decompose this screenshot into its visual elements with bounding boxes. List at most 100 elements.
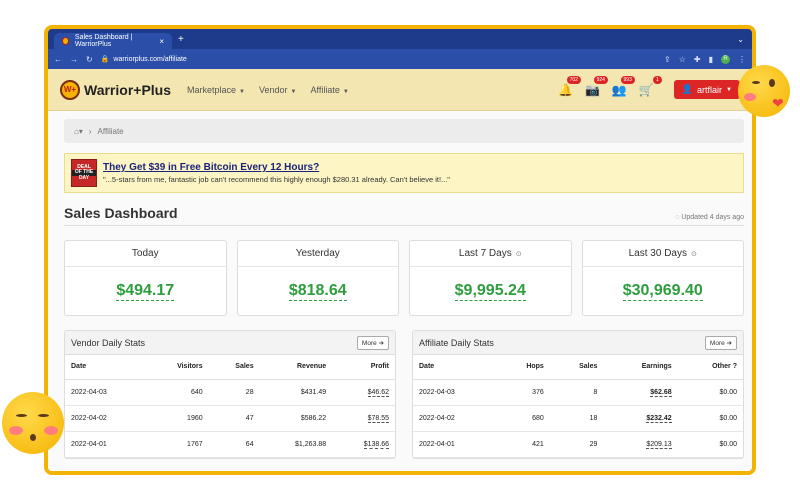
panel-title: Affiliate Daily Stats xyxy=(419,337,494,348)
earnings-value: $209.13 xyxy=(646,440,672,449)
card-value[interactable]: $818.64 xyxy=(288,282,347,301)
table-cell: 1767 xyxy=(145,431,209,458)
earnings-cell[interactable]: $209.13 xyxy=(603,431,678,458)
deal-banner[interactable]: DEAL OF THE DAY They Get $39 in Free Bit… xyxy=(64,153,744,193)
arrow-circle-right-icon: ➔ xyxy=(378,339,384,347)
table-row: 2022-04-02 1960 47 $586.22 $78.55 xyxy=(65,405,395,432)
caret-down-icon: ▼ xyxy=(290,88,297,95)
table-cell: 640 xyxy=(145,379,209,406)
browser-tab-bar: Sales Dashboard | WarriorPlus × + ⌄ xyxy=(48,29,752,49)
profit-cell[interactable]: $46.62 xyxy=(332,379,395,406)
browser-menu-icon[interactable]: ⋮ xyxy=(738,55,746,64)
cart-badge: 1 xyxy=(653,75,662,84)
updated-status: ◌ Updated 4 days ago xyxy=(675,214,744,221)
column-header: Hops xyxy=(497,355,550,380)
chevron-right-icon: › xyxy=(88,126,92,136)
table-cell: $0.00 xyxy=(677,405,743,432)
chevron-circle-down-icon[interactable]: ⊙ xyxy=(691,250,697,258)
affiliate-more-button[interactable]: More ➔ xyxy=(704,335,737,350)
menu-label: Affiliate xyxy=(310,84,340,95)
profile-avatar-icon[interactable]: R xyxy=(721,54,730,64)
profit-cell[interactable]: $138.66 xyxy=(332,431,395,458)
new-tab-button[interactable]: + xyxy=(178,34,184,45)
url-text: warriorplus.com/affiliate xyxy=(113,55,187,63)
question-circle-icon[interactable]: ? xyxy=(733,363,737,370)
profit-cell[interactable]: $78.55 xyxy=(332,405,395,432)
table-cell: 2022-04-01 xyxy=(65,431,146,458)
table-cell: 29 xyxy=(549,431,604,458)
profit-value: $138.66 xyxy=(363,440,389,449)
tab-close-icon[interactable]: × xyxy=(159,37,164,46)
card-value[interactable]: $30,969.40 xyxy=(622,282,703,301)
table-cell: $0.00 xyxy=(677,379,743,406)
site-logo[interactable]: W+ Warrior+Plus xyxy=(60,79,172,100)
menu-marketplace[interactable]: Marketplace ▼ xyxy=(187,85,245,95)
vendor-more-button[interactable]: More ➔ xyxy=(356,335,389,350)
dashboard-title-row: Sales Dashboard ◌ Updated 4 days ago xyxy=(64,205,744,226)
earnings-cell[interactable]: $232.42 xyxy=(603,405,678,432)
table-row: 2022-04-01 421 29 $209.13 $0.00 xyxy=(413,431,743,458)
emoji-eye xyxy=(769,79,775,87)
panel-title: Vendor Daily Stats xyxy=(71,337,146,348)
forward-arrow-icon[interactable]: → xyxy=(70,55,78,64)
emoji-kiss-mouth xyxy=(30,434,36,441)
menu-vendor[interactable]: Vendor ▼ xyxy=(259,85,296,95)
logo-text: Warrior+Plus xyxy=(84,81,172,98)
emoji-cheek xyxy=(744,93,756,101)
chevron-circle-down-icon[interactable]: ⊙ xyxy=(516,250,522,258)
star-icon[interactable]: ☆ xyxy=(679,55,686,64)
card-value[interactable]: $9,995.24 xyxy=(454,282,526,301)
extensions-puzzle-icon[interactable]: ✚ xyxy=(694,55,701,64)
address-bar: ← → ↻ 🔒 warriorplus.com/affiliate ⇪ ☆ ✚ … xyxy=(48,49,752,69)
browser-tab[interactable]: Sales Dashboard | WarriorPlus × xyxy=(54,33,172,49)
deal-of-the-day-badge: DEAL OF THE DAY xyxy=(71,159,97,187)
camera-icon[interactable]: 📷 924 xyxy=(585,75,608,97)
warriorplus-logo-icon: W+ xyxy=(60,79,80,100)
reload-icon[interactable]: ↻ xyxy=(86,55,93,64)
users-icon[interactable]: 👥 993 xyxy=(612,75,635,97)
deal-quote: "...5-stars from me, fantastic job can't… xyxy=(103,175,450,184)
back-arrow-icon[interactable]: ← xyxy=(54,55,62,64)
card-last-30-days: Last 30 Days ⊙ $30,969.40 xyxy=(581,240,744,316)
sales-summary-cards: Today $494.17 Yesterday $818.64 Last 7 D… xyxy=(64,240,744,316)
table-cell: $586.22 xyxy=(259,405,333,432)
url-field[interactable]: 🔒 warriorplus.com/affiliate xyxy=(100,55,187,64)
username: artflair xyxy=(697,84,723,95)
user-menu-button[interactable]: 👤 artflair ▼ xyxy=(673,80,740,99)
menu-affiliate[interactable]: Affiliate ▼ xyxy=(310,85,348,95)
share-icon[interactable]: ⇪ xyxy=(664,55,671,64)
table-cell: 2022-04-01 xyxy=(413,431,498,458)
deal-headline-link[interactable]: They Get $39 in Free Bitcoin Every 12 Ho… xyxy=(103,162,450,173)
column-header: Visitors xyxy=(145,355,209,380)
caret-down-icon: ▼ xyxy=(239,88,245,95)
profit-value: $46.62 xyxy=(367,388,389,397)
vendor-stats-table: Date Visitors Sales Revenue Profit 2022-… xyxy=(65,355,395,458)
table-cell: 47 xyxy=(208,405,260,432)
affiliate-stats-table: Date Hops Sales Earnings Other ? 2022-04… xyxy=(413,355,743,458)
column-header: Revenue xyxy=(259,355,333,380)
browser-window: Sales Dashboard | WarriorPlus × + ⌄ ← → … xyxy=(44,25,756,475)
table-cell: $1,263.88 xyxy=(259,431,333,458)
updated-text: Updated 4 days ago xyxy=(681,214,744,221)
cart-icon[interactable]: 🛒 1 xyxy=(639,75,662,97)
heart-icon: ❤ xyxy=(772,95,784,111)
card-label: Yesterday xyxy=(295,248,340,259)
affiliate-daily-stats: Affiliate Daily Stats More ➔ Date Hops S… xyxy=(412,330,744,459)
tab-list-chevron-icon[interactable]: ⌄ xyxy=(737,35,744,44)
card-last-7-days: Last 7 Days ⊙ $9,995.24 xyxy=(409,240,572,316)
kissing-closed-eyes-emoji-icon xyxy=(2,392,64,454)
earnings-cell[interactable]: $62.68 xyxy=(603,379,678,406)
home-icon[interactable]: ⌂▾ xyxy=(74,127,83,136)
column-header-other: Other ? xyxy=(677,355,743,380)
column-header: Date xyxy=(65,355,146,380)
table-cell: $431.49 xyxy=(259,379,333,406)
sidebar-icon[interactable]: ▮ xyxy=(709,55,713,64)
page-title: Sales Dashboard xyxy=(64,205,178,221)
column-header: Profit xyxy=(332,355,395,380)
card-value[interactable]: $494.17 xyxy=(116,282,175,301)
tab-title: Sales Dashboard | WarriorPlus xyxy=(74,34,133,48)
card-label: Last 7 Days xyxy=(458,248,512,259)
lock-icon: 🔒 xyxy=(100,56,110,63)
emoji-cheek xyxy=(9,426,23,435)
bell-icon[interactable]: 🔔 702 xyxy=(558,75,581,97)
